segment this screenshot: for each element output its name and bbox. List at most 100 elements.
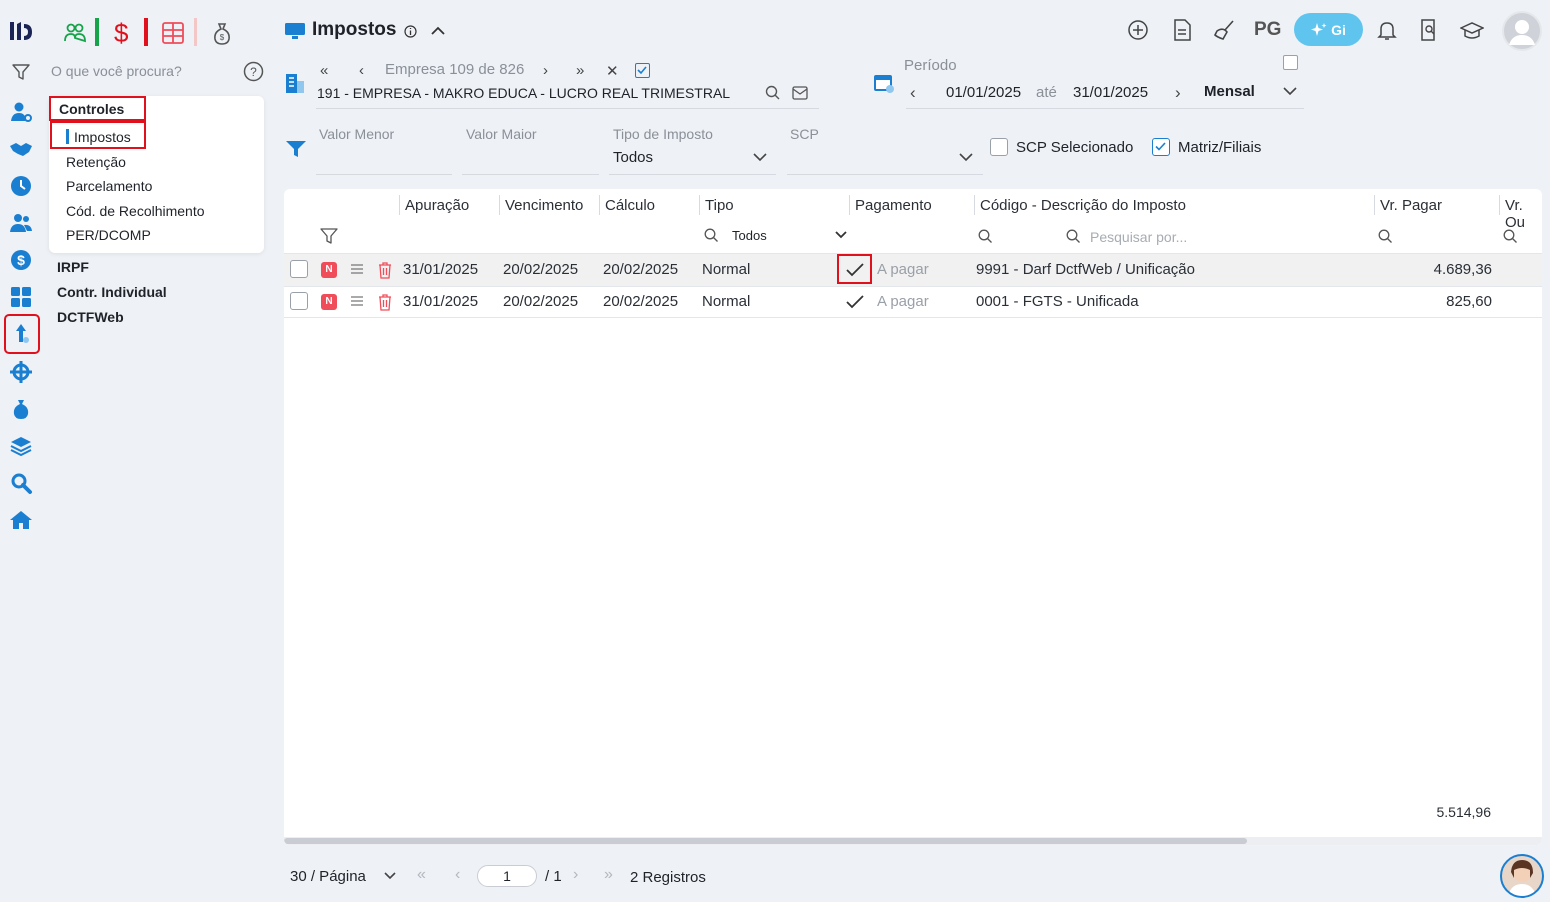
last-company-button[interactable]: » xyxy=(576,62,584,79)
network-icon[interactable] xyxy=(8,359,34,385)
help-icon[interactable]: ? xyxy=(243,61,264,82)
home-icon[interactable] xyxy=(8,507,34,533)
next-page-button[interactable]: › xyxy=(573,866,578,884)
money-bag-icon[interactable] xyxy=(8,396,34,422)
search-icon[interactable] xyxy=(978,229,993,244)
search-icon[interactable] xyxy=(8,470,34,496)
descricao-search-input[interactable]: Pesquisar por... xyxy=(1090,229,1187,245)
search-icon[interactable] xyxy=(704,228,719,243)
col-vr-outros[interactable]: Vr. Ou xyxy=(1505,197,1542,231)
search-icon[interactable] xyxy=(765,85,781,101)
search-input[interactable]: O que você procura? xyxy=(51,63,182,79)
page-input[interactable]: 1 xyxy=(477,865,537,887)
row-divider xyxy=(284,253,1542,254)
people-module-icon[interactable] xyxy=(64,20,86,44)
page-size-select[interactable]: 30 / Página xyxy=(290,868,366,885)
add-icon[interactable] xyxy=(1127,19,1149,41)
menu-item-dctfweb[interactable]: DCTFWeb xyxy=(57,309,124,325)
broom-icon[interactable] xyxy=(1213,19,1237,41)
menu-icon[interactable] xyxy=(350,263,364,275)
chevron-down-icon[interactable] xyxy=(753,152,767,162)
last-page-button[interactable]: » xyxy=(604,866,613,884)
finance-module-icon[interactable]: $ xyxy=(114,18,128,48)
first-page-button[interactable]: « xyxy=(417,866,426,884)
chevron-down-icon[interactable] xyxy=(959,152,973,162)
document-icon[interactable] xyxy=(1172,19,1192,41)
period-mode-select[interactable]: Mensal xyxy=(1204,83,1255,100)
row-checkbox[interactable] xyxy=(290,292,308,310)
user-settings-icon[interactable] xyxy=(8,99,34,125)
search-icon[interactable] xyxy=(1503,229,1518,244)
prev-period-button[interactable]: ‹ xyxy=(910,83,916,103)
info-icon[interactable] xyxy=(404,25,417,38)
dollar-icon[interactable]: $ xyxy=(8,247,34,273)
menu-item-impostos[interactable]: Impostos xyxy=(74,129,131,145)
trash-icon[interactable] xyxy=(377,293,393,311)
avatar[interactable] xyxy=(1502,11,1542,51)
menu-section-title[interactable]: Controles xyxy=(59,101,124,117)
mail-icon[interactable] xyxy=(792,86,808,100)
valor-menor-input[interactable]: Valor Menor xyxy=(319,126,394,142)
menu-item-contr-individual[interactable]: Contr. Individual xyxy=(57,284,167,300)
company-checkbox[interactable] xyxy=(635,63,650,78)
chevron-down-icon[interactable] xyxy=(384,872,396,880)
menu-item-retencao[interactable]: Retenção xyxy=(66,154,126,170)
bag-module-icon[interactable]: $ xyxy=(212,22,232,46)
prev-company-button[interactable]: ‹ xyxy=(359,62,364,79)
next-company-button[interactable]: › xyxy=(543,62,548,79)
col-tipo[interactable]: Tipo xyxy=(705,197,734,214)
app-logo-icon[interactable] xyxy=(8,18,34,44)
menu-item-perdcomp[interactable]: PER/DCOMP xyxy=(66,227,151,243)
chevron-down-icon[interactable] xyxy=(835,231,847,239)
tipo-imposto-select[interactable]: Todos xyxy=(613,149,653,166)
chevron-up-icon[interactable] xyxy=(430,25,446,37)
period-checkbox[interactable] xyxy=(1283,55,1298,70)
chevron-down-icon[interactable] xyxy=(1283,86,1297,96)
pg-button[interactable]: PG xyxy=(1254,19,1281,41)
layers-icon[interactable] xyxy=(8,433,34,459)
users-icon[interactable] xyxy=(8,210,34,236)
col-apuracao[interactable]: Apuração xyxy=(405,197,469,214)
col-vr-pagar[interactable]: Vr. Pagar xyxy=(1380,197,1442,214)
filter-icon[interactable] xyxy=(285,139,307,159)
close-icon[interactable]: ✕ xyxy=(606,62,619,80)
checkmark-icon[interactable] xyxy=(845,294,865,310)
next-period-button[interactable]: › xyxy=(1175,83,1181,103)
search-icon[interactable] xyxy=(1378,229,1393,244)
company-name[interactable]: 191 - EMPRESA - MAKRO EDUCA - LUCRO REAL… xyxy=(317,85,730,101)
first-company-button[interactable]: « xyxy=(320,62,328,79)
table-filter-icon[interactable] xyxy=(320,227,338,245)
support-avatar[interactable] xyxy=(1500,854,1544,898)
table-module-icon[interactable] xyxy=(162,22,184,44)
search-icon[interactable] xyxy=(1066,229,1081,244)
horizontal-scrollbar[interactable] xyxy=(284,838,1247,844)
report-search-icon[interactable] xyxy=(1419,19,1439,41)
graduation-cap-icon[interactable] xyxy=(1460,21,1484,41)
col-pagamento[interactable]: Pagamento xyxy=(855,197,932,214)
gi-assistant-button[interactable]: Gi xyxy=(1294,13,1363,46)
row-checkbox[interactable] xyxy=(290,260,308,278)
scp-selecionado-checkbox[interactable] xyxy=(990,138,1008,156)
menu-item-parcelamento[interactable]: Parcelamento xyxy=(66,178,152,194)
bell-icon[interactable] xyxy=(1377,19,1397,41)
col-calculo[interactable]: Cálculo xyxy=(605,197,655,214)
trash-icon[interactable] xyxy=(377,261,393,279)
menu-icon[interactable] xyxy=(350,295,364,307)
matriz-filiais-checkbox[interactable] xyxy=(1152,138,1170,156)
period-start[interactable]: 01/01/2025 xyxy=(946,84,1021,101)
calculator-icon[interactable] xyxy=(8,284,34,310)
valor-maior-input[interactable]: Valor Maior xyxy=(466,126,537,142)
col-vencimento[interactable]: Vencimento xyxy=(505,197,583,214)
filter-icon[interactable] xyxy=(8,59,34,85)
col-descricao[interactable]: Código - Descrição do Imposto xyxy=(980,197,1186,214)
menu-item-irpf[interactable]: IRPF xyxy=(57,259,89,275)
checkmark-icon[interactable] xyxy=(845,262,865,278)
menu-item-cod-recolhimento[interactable]: Cód. de Recolhimento xyxy=(66,203,205,219)
cell-vencimento: 20/02/2025 xyxy=(503,261,579,278)
clock-icon[interactable] xyxy=(8,173,34,199)
tipo-filter-select[interactable]: Todos xyxy=(732,228,767,243)
prev-page-button[interactable]: ‹ xyxy=(455,866,460,884)
handshake-icon[interactable] xyxy=(8,136,34,162)
cell-descricao: 9991 - Darf DctfWeb / Unificação xyxy=(976,261,1195,278)
period-end[interactable]: 31/01/2025 xyxy=(1073,84,1148,101)
